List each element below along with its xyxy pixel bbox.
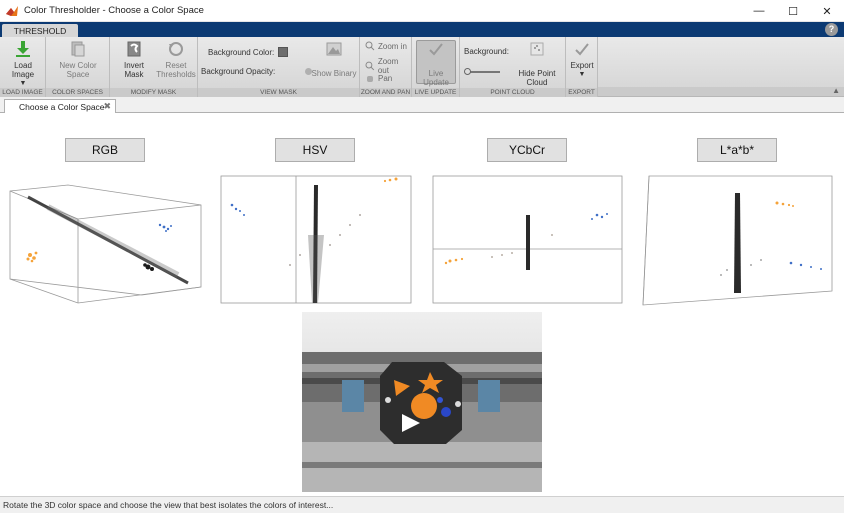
- hsv-point-cloud[interactable]: [220, 175, 413, 305]
- chevron-down-icon: ▼: [19, 80, 27, 87]
- new-color-space-button[interactable]: New Color Space: [48, 40, 108, 79]
- zoom-out-icon: [365, 61, 375, 71]
- section-label-color-spaces: COLOR SPACES: [46, 88, 109, 97]
- close-tab-icon[interactable]: ✖: [103, 101, 111, 112]
- document-tab-bar: Choose a Color Space ✖: [0, 97, 844, 113]
- matlab-app-icon: [6, 5, 18, 16]
- maximize-button[interactable]: ☐: [776, 0, 810, 22]
- lab-button[interactable]: L*a*b*: [697, 138, 777, 162]
- hide-point-cloud-button[interactable]: Hide Point Cloud: [510, 40, 564, 87]
- section-label-zoom-pan: ZOOM AND PAN: [360, 88, 411, 97]
- chevron-down-icon: ▼: [578, 71, 586, 78]
- color-space-chooser: RGB HSV YCbCr L*a*b*: [0, 113, 844, 496]
- minimize-button[interactable]: —: [742, 0, 776, 22]
- ribbon-toolbar: Load Image ▼ LOAD IMAGE New Color Space …: [0, 37, 844, 97]
- background-color-swatch[interactable]: [278, 47, 289, 57]
- zoom-in-button[interactable]: Zoom in: [365, 41, 407, 51]
- zoom-in-icon: [365, 41, 375, 51]
- new-color-space-icon: [71, 41, 85, 57]
- status-bar: Rotate the 3D color space and choose the…: [0, 496, 844, 513]
- section-label-point-cloud: POINT CLOUD: [460, 88, 565, 97]
- point-cloud-background-row: Background:: [464, 47, 509, 56]
- section-label-modify-mask: MODIFY MASK: [110, 88, 197, 97]
- lab-point-cloud[interactable]: [641, 175, 834, 307]
- tab-threshold[interactable]: THRESHOLD: [2, 24, 78, 37]
- section-color-spaces: New Color Space COLOR SPACES: [46, 37, 110, 97]
- ycbcr-point-cloud[interactable]: [432, 175, 624, 305]
- window-title: Color Thresholder - Choose a Color Space: [24, 5, 204, 16]
- section-view-mask: Background Color: Background Opacity: Sh…: [198, 37, 360, 97]
- ribbon-tab-strip: THRESHOLD ?: [0, 22, 844, 37]
- point-cloud-icon: [530, 42, 544, 56]
- live-update-label: Live Update: [423, 69, 449, 87]
- load-image-button[interactable]: Load Image ▼: [4, 40, 42, 88]
- zoom-in-label: Zoom in: [378, 41, 407, 51]
- close-button[interactable]: ✕: [810, 0, 844, 22]
- live-update-button[interactable]: Live Update: [416, 40, 456, 87]
- ribbon-filler: [598, 87, 844, 96]
- slider-knob[interactable]: [464, 68, 471, 75]
- pan-button[interactable]: Pan: [365, 73, 392, 83]
- hide-point-cloud-label: Hide Point Cloud: [518, 69, 556, 87]
- rgb-point-cloud[interactable]: [8, 183, 204, 308]
- reset-thresholds-button[interactable]: Reset Thresholds: [156, 40, 196, 79]
- ycbcr-button[interactable]: YCbCr: [487, 138, 567, 162]
- section-zoom-pan: Zoom in Zoom out Pan ZOOM AND PAN: [360, 37, 412, 97]
- point-cloud-background-label: Background:: [464, 47, 509, 56]
- export-label: Export: [570, 61, 594, 70]
- reset-thresholds-label-2: Thresholds: [156, 70, 196, 79]
- status-text: Rotate the 3D color space and choose the…: [3, 500, 334, 510]
- section-export: Export ▼ EXPORT: [566, 37, 598, 97]
- download-arrow-icon: [16, 41, 30, 57]
- section-label-load-image: LOAD IMAGE: [0, 88, 45, 97]
- invert-mask-label: Invert Mask: [123, 61, 144, 79]
- section-modify-mask: Invert Mask Reset Thresholds MODIFY MASK: [110, 37, 198, 97]
- section-label-export: EXPORT: [566, 88, 597, 97]
- background-color-row: Background Color:: [208, 47, 289, 57]
- show-binary-label: Show Binary: [311, 69, 357, 78]
- camera-image: [302, 312, 542, 492]
- checkmark-icon: [429, 43, 443, 56]
- reset-thresholds-label-1: Reset: [165, 61, 187, 70]
- help-button[interactable]: ?: [825, 23, 838, 36]
- point-cloud-background-slider[interactable]: [464, 68, 500, 75]
- section-point-cloud: Background: Hide Point Cloud POINT CLOUD: [460, 37, 566, 97]
- collapse-ribbon-icon[interactable]: ▲: [832, 86, 840, 95]
- section-label-live-update: LIVE UPDATE: [412, 88, 459, 97]
- pan-label: Pan: [378, 73, 393, 83]
- tab-choose-color-space-label: Choose a Color Space: [19, 101, 105, 112]
- background-color-label: Background Color:: [208, 47, 275, 57]
- new-color-space-label: New Color Space: [59, 61, 97, 79]
- load-image-label: Load Image: [11, 61, 35, 79]
- section-label-view-mask: VIEW MASK: [198, 88, 359, 97]
- hsv-button[interactable]: HSV: [275, 138, 355, 162]
- show-binary-button[interactable]: Show Binary: [310, 40, 358, 78]
- invert-mask-icon: [127, 41, 141, 57]
- image-icon: [326, 42, 342, 56]
- background-opacity-label: Background Opacity:: [201, 67, 276, 76]
- section-load-image: Load Image ▼ LOAD IMAGE: [0, 37, 46, 97]
- export-button[interactable]: Export ▼: [567, 40, 597, 79]
- background-opacity-row: Background Opacity:: [201, 67, 313, 76]
- title-bar: Color Thresholder - Choose a Color Space…: [0, 0, 844, 22]
- reset-icon: [169, 42, 183, 56]
- rgb-button[interactable]: RGB: [65, 138, 145, 162]
- section-live-update: Live Update LIVE UPDATE: [412, 37, 460, 97]
- tab-choose-color-space[interactable]: Choose a Color Space ✖: [4, 99, 116, 113]
- invert-mask-button[interactable]: Invert Mask: [114, 40, 154, 79]
- export-check-icon: [575, 43, 589, 56]
- hand-icon: [367, 76, 373, 82]
